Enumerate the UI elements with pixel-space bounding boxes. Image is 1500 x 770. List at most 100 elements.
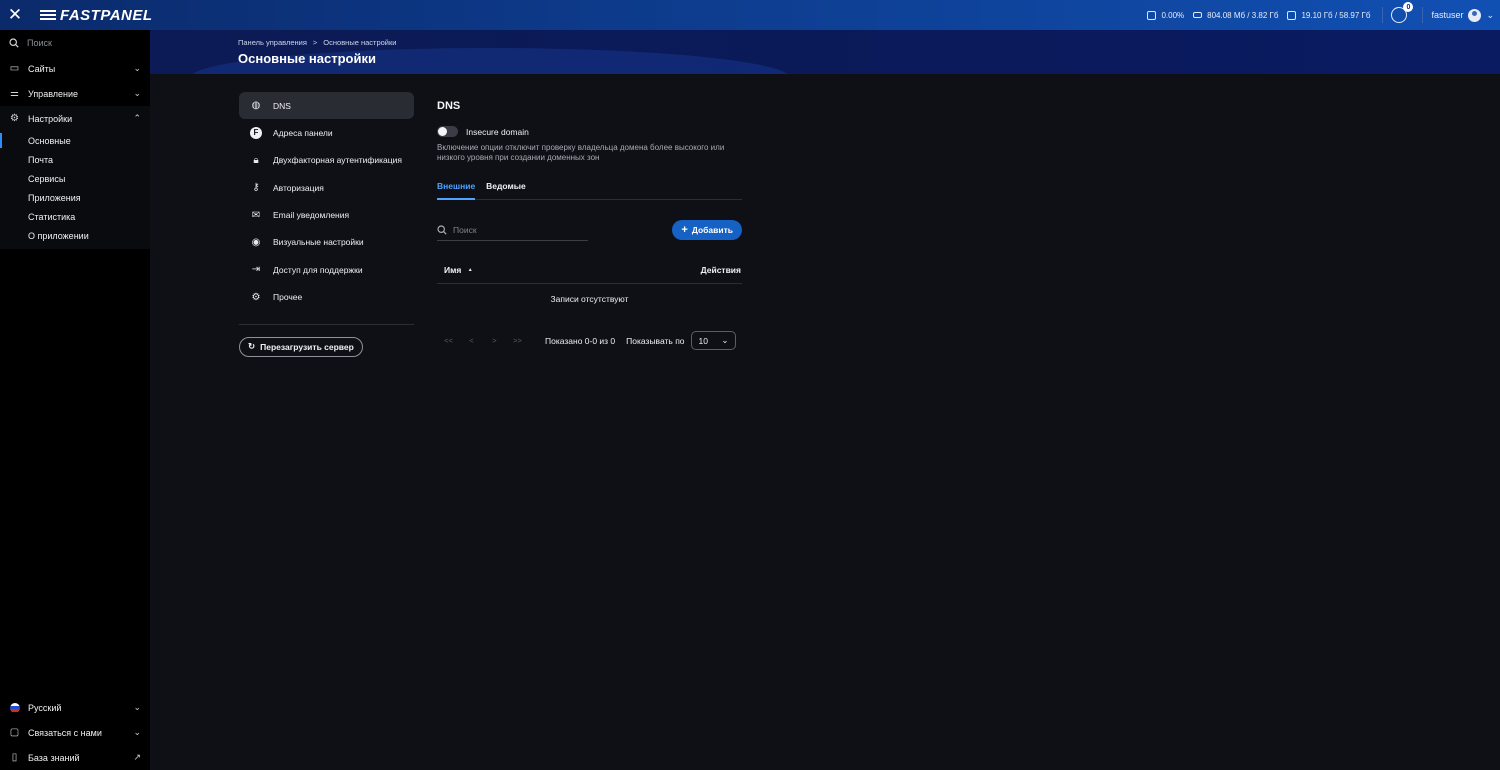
settings-nav-label: Двухфакторная аутентификация: [273, 155, 402, 166]
column-name-label: Имя: [444, 264, 462, 275]
sidebar-item-label: Управление: [28, 88, 79, 99]
per-page-label: Показывать по: [626, 335, 685, 346]
sidebar-subitem-apps[interactable]: Приложения: [0, 188, 150, 207]
cpu-icon: [1147, 10, 1157, 20]
envelope-icon: ✉: [251, 209, 261, 221]
tab-slave[interactable]: Ведомые: [486, 177, 526, 199]
search-icon: [437, 224, 447, 235]
chevron-down-icon: ⌄: [721, 335, 729, 345]
gear-icon: ⚙: [10, 113, 19, 124]
sidebar-item-label: Настройки: [28, 113, 73, 124]
fastpanel-logo[interactable]: FASTPANEL: [40, 7, 153, 24]
search-placeholder: Поиск: [453, 224, 477, 235]
sidebar-search[interactable]: Поиск: [0, 30, 150, 56]
sidebar-subitem-about[interactable]: О приложении: [0, 226, 150, 245]
search-icon: [9, 38, 19, 48]
divider: [1382, 7, 1384, 23]
pagination: << < > >> Показано 0-0 из 0 Показывать п…: [437, 331, 742, 350]
username: fastuser: [1431, 10, 1464, 20]
sidebar-subitem-statistics[interactable]: Статистика: [0, 207, 150, 226]
prev-page-button[interactable]: <: [460, 336, 483, 345]
settings-nav-panel-addresses[interactable]: F Адреса панели: [239, 119, 414, 146]
sidebar-item-label: Русский: [28, 702, 62, 713]
sidebar-bottom: Русский ⌄ ▢ Связаться с нами ⌄ ▯ База зн…: [0, 695, 150, 770]
settings-nav-2fa[interactable]: 🔒︎ Двухфакторная аутентификация: [239, 147, 414, 174]
settings-nav-support-access[interactable]: ⇥ Доступ для поддержки: [239, 256, 414, 283]
top-bar: ✕ FASTPANEL 0.00% 804.08 Мб / 3.82 Гб 19…: [0, 0, 1500, 30]
settings-nav-visual[interactable]: ◉ Визуальные настройки: [239, 229, 414, 256]
settings-nav-other[interactable]: ⚙ Прочее: [239, 284, 414, 311]
sidebar-subitem-mail[interactable]: Почта: [0, 150, 150, 169]
browser-window-icon: ▭: [9, 63, 20, 74]
chevron-up-icon: ⌃: [133, 113, 141, 123]
insecure-domain-row: Insecure domain: [437, 126, 742, 137]
per-page-select[interactable]: 10 ⌄: [690, 331, 736, 350]
user-menu[interactable]: fastuser ⌄: [1431, 8, 1494, 22]
cpu-value: 0.00%: [1161, 10, 1185, 20]
disk-icon: [1287, 10, 1297, 20]
eye-icon: ◉: [251, 236, 261, 248]
tab-external[interactable]: Внешние: [437, 177, 476, 200]
sidebar-item-sites[interactable]: ▭ Сайты ⌄: [0, 56, 150, 81]
chevron-down-icon: ⌄: [133, 727, 141, 737]
book-icon: ▯: [11, 752, 18, 763]
settings-nav-label: Доступ для поддержки: [273, 264, 363, 275]
add-button[interactable]: + Добавить: [672, 220, 742, 240]
insecure-domain-toggle[interactable]: [437, 126, 458, 137]
key-icon: ⚷: [252, 182, 260, 194]
chevron-down-icon: ⌄: [1486, 9, 1494, 20]
settings-nav-dns[interactable]: ◍ DNS: [239, 92, 414, 119]
plus-icon: +: [681, 224, 688, 236]
insecure-domain-description: Включение опции отключит проверку владел…: [437, 143, 725, 162]
sidebar-subitem-services[interactable]: Сервисы: [0, 169, 150, 188]
fastpanel-f-icon: F: [250, 126, 262, 139]
disk-value: 19.10 Гб / 58.97 Гб: [1301, 10, 1371, 20]
chevron-down-icon: ⌄: [133, 702, 141, 712]
first-page-button[interactable]: <<: [437, 336, 460, 345]
sidebar-item-knowledge-base[interactable]: ▯ База знаний ↗: [0, 745, 150, 770]
sidebar-item-language[interactable]: Русский ⌄: [0, 695, 150, 720]
sidebar-item-label: Связаться с нами: [28, 727, 102, 738]
next-page-button[interactable]: >: [483, 336, 506, 345]
sliders-icon: ⚌: [10, 88, 19, 99]
notifications-icon[interactable]: 0: [1391, 2, 1414, 23]
table-header: Имя ▲ Действия: [437, 260, 742, 284]
sidebar-item-management[interactable]: ⚌ Управление ⌄: [0, 81, 150, 106]
disk-usage[interactable]: 19.10 Гб / 58.97 Гб: [1287, 10, 1371, 20]
insecure-domain-label: Insecure domain: [466, 126, 529, 137]
sidebar-item-label: База знаний: [28, 752, 80, 763]
memory-icon: [1193, 12, 1203, 18]
dns-search-input[interactable]: Поиск: [437, 219, 588, 241]
ram-usage[interactable]: 804.08 Мб / 3.82 Гб: [1193, 11, 1278, 20]
last-page-button[interactable]: >>: [506, 336, 529, 345]
column-name-header[interactable]: Имя ▲: [444, 265, 473, 275]
settings-nav-label: Прочее: [273, 292, 303, 303]
refresh-icon: ↻: [248, 341, 256, 352]
divider: [239, 323, 414, 325]
page-title: Основные настройки: [238, 51, 376, 66]
breadcrumb-separator: >: [312, 38, 318, 47]
external-link-icon: ↗: [133, 752, 141, 762]
avatar-icon: [1468, 8, 1482, 22]
settings-nav-email-notifications[interactable]: ✉ Email уведомления: [239, 202, 414, 229]
russian-flag-icon: [9, 702, 20, 713]
cpu-usage[interactable]: 0.00%: [1147, 10, 1185, 20]
close-icon[interactable]: ✕: [0, 0, 30, 30]
divider: [1422, 7, 1424, 23]
sidebar-search-placeholder: Поиск: [27, 38, 52, 48]
page-header: Панель управления > Основные настройки О…: [150, 30, 1500, 74]
settings-nav-authorization[interactable]: ⚷ Авторизация: [239, 174, 414, 201]
section-title: DNS: [437, 100, 461, 112]
globe-icon: ◍: [251, 100, 261, 111]
settings-nav: ◍ DNS F Адреса панели 🔒︎ Двухфакторная а…: [239, 92, 414, 357]
login-arrow-icon: ⇥: [251, 264, 261, 276]
restart-server-label: Перезагрузить сервер: [260, 341, 354, 352]
add-label: Добавить: [691, 225, 733, 235]
sidebar-subitem-general[interactable]: Основные: [0, 131, 150, 150]
restart-server-button[interactable]: ↻ Перезагрузить сервер: [239, 336, 363, 357]
per-page-value: 10: [698, 335, 708, 346]
sidebar-item-contact[interactable]: ▢ Связаться с нами ⌄: [0, 720, 150, 745]
sidebar-item-settings[interactable]: ⚙ Настройки ⌃: [0, 106, 150, 131]
breadcrumb-root[interactable]: Панель управления: [238, 38, 307, 47]
logo-icon: [40, 10, 56, 20]
